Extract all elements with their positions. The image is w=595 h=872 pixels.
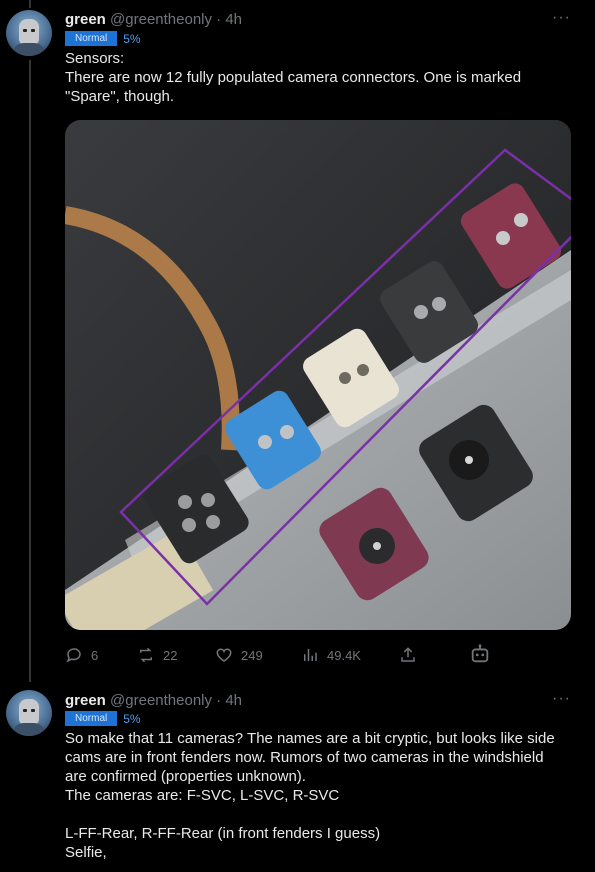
- thread-line-top: [29, 0, 31, 8]
- text-line: The cameras are: F-SVC, L-SVC, R-SVC: [65, 787, 340, 804]
- grok-bot-icon: [471, 644, 489, 663]
- text-line: are confirmed (properties unknown).: [65, 768, 306, 785]
- text-line: So make that 11 cameras? The names are a…: [65, 730, 555, 747]
- author-handle[interactable]: @greentheonly: [110, 11, 212, 28]
- share-icon: [401, 647, 415, 662]
- tweet-actions: 6 22 249 49.4K: [65, 643, 505, 668]
- grok-button[interactable]: [469, 643, 491, 665]
- percent-label: 5%: [123, 31, 141, 46]
- text-line: L-FF-Rear, R-FF-Rear (in front fenders I…: [65, 825, 381, 842]
- views-button[interactable]: 49.4K: [301, 646, 361, 664]
- timestamp[interactable]: 4h: [225, 11, 242, 28]
- badge-row: Normal 5%: [65, 31, 141, 46]
- badge-row: Normal 5%: [65, 711, 141, 726]
- retweet-icon: [140, 647, 152, 663]
- views-icon: [304, 649, 317, 661]
- share-button[interactable]: [399, 646, 417, 664]
- author-name[interactable]: green: [65, 11, 106, 28]
- avatar[interactable]: [6, 10, 52, 56]
- text-line: "Spare", though.: [65, 88, 175, 105]
- like-icon: [216, 648, 232, 662]
- percent-label: 5%: [123, 711, 141, 726]
- avatar[interactable]: [6, 690, 52, 736]
- text-line: Sensors:: [65, 50, 125, 67]
- tweet-header: green @greentheonly · 4h: [65, 692, 242, 710]
- tweet-image[interactable]: [65, 120, 571, 630]
- text-line: [65, 805, 575, 824]
- reply-count: 6: [91, 647, 99, 663]
- tweet-header: green @greentheonly · 4h: [65, 11, 242, 29]
- view-count: 49.4K: [327, 647, 361, 663]
- separator: ·: [216, 11, 222, 28]
- retweet-count: 22: [163, 647, 178, 663]
- status-badge: Normal: [65, 31, 118, 46]
- more-icon[interactable]: ···: [552, 690, 571, 708]
- author-handle[interactable]: @greentheonly: [110, 692, 212, 709]
- retweet-button[interactable]: 22: [137, 646, 177, 664]
- tweet-text: Sensors: There are now 12 fully populate…: [65, 49, 575, 106]
- reply-button[interactable]: 6: [65, 646, 98, 664]
- more-icon[interactable]: ···: [552, 9, 571, 27]
- separator: ·: [216, 692, 222, 709]
- thread-line-middle: [29, 60, 31, 682]
- text-line: There are now 12 fully populated camera …: [65, 69, 522, 86]
- timestamp[interactable]: 4h: [225, 692, 242, 709]
- text-line: cams are in front fenders now. Rumors of…: [65, 749, 544, 766]
- author-name[interactable]: green: [65, 692, 106, 709]
- like-button[interactable]: 249: [215, 646, 263, 664]
- like-count: 249: [241, 647, 263, 663]
- status-badge: Normal: [65, 711, 118, 726]
- reply-icon: [66, 648, 81, 663]
- text-line: Selfie,: [65, 844, 107, 861]
- tweet-text: So make that 11 cameras? The names are a…: [65, 729, 575, 862]
- connector-photo: [65, 120, 571, 630]
